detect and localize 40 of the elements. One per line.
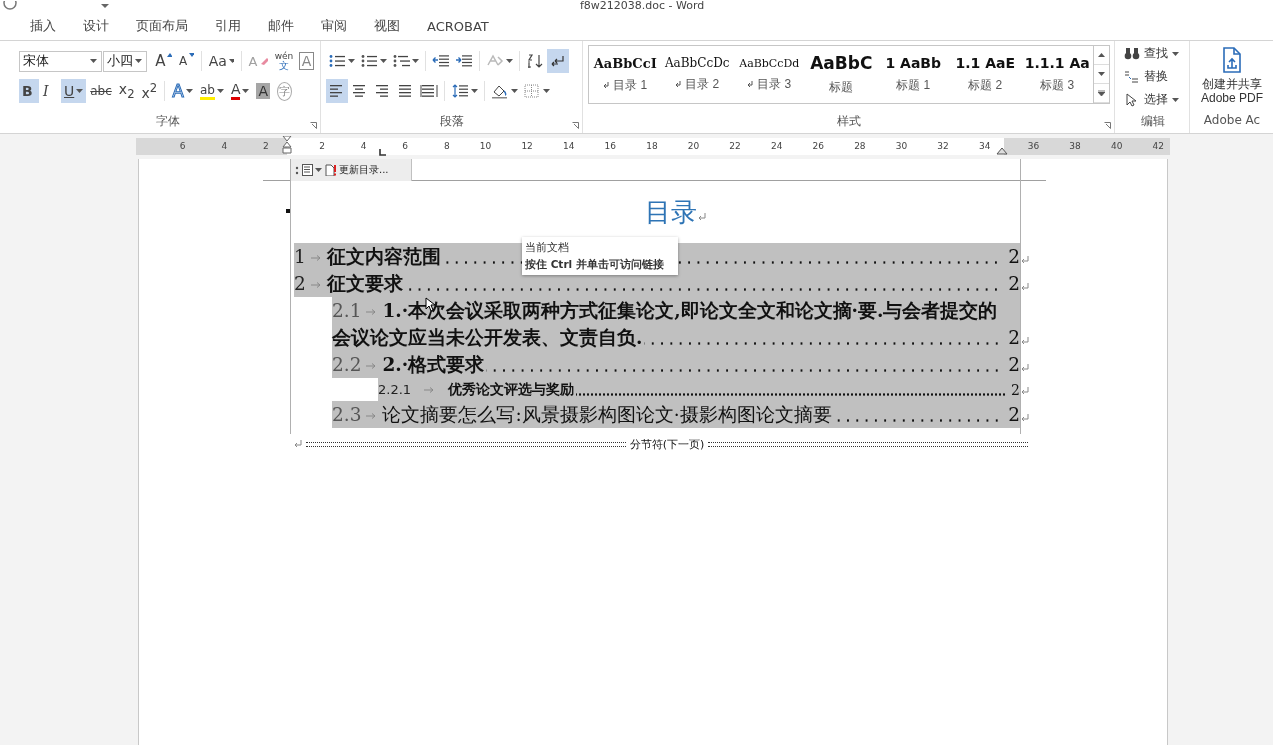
ruler-number: 6 bbox=[179, 140, 186, 153]
ruler-number: 12 bbox=[521, 140, 533, 153]
group-label: 样式 bbox=[837, 113, 862, 130]
group-label: Adobe Ac bbox=[1203, 113, 1261, 129]
toc-page-number: 2 bbox=[1008, 353, 1020, 377]
window-title: f8w212038.doc - Word bbox=[580, 0, 705, 12]
tooltip-hint: 按住 Ctrl 并单击可访问链接 bbox=[525, 257, 665, 272]
ruler-number: 10 bbox=[479, 140, 492, 153]
ruler-number: 18 bbox=[646, 140, 658, 153]
ruler-number: 40 bbox=[1110, 140, 1123, 153]
toc-page-number: 2 bbox=[1008, 272, 1020, 296]
ruler-number: 24 bbox=[770, 140, 783, 153]
ruler-number: 26 bbox=[812, 140, 824, 153]
ruler-number: 6 bbox=[402, 140, 409, 153]
ruler-number: 14 bbox=[562, 140, 575, 153]
section-break-label: 分节符(下一页) bbox=[629, 436, 705, 452]
ruler-number: 20 bbox=[687, 140, 700, 153]
ruler-number: 2 bbox=[319, 140, 325, 153]
ruler-number: 38 bbox=[1069, 140, 1081, 153]
group-label: 段落 bbox=[440, 113, 465, 130]
ruler-number: 32 bbox=[937, 140, 949, 153]
ruler-number: 36 bbox=[1027, 140, 1040, 153]
ruler-number: 22 bbox=[729, 140, 741, 153]
ruler-number: 16 bbox=[604, 140, 616, 153]
toc-title: 目录 bbox=[645, 195, 697, 229]
ruler-number: 4 bbox=[360, 140, 367, 153]
ruler-number: 8 bbox=[443, 140, 450, 153]
tooltip-title: 当前文档 bbox=[525, 240, 570, 256]
ruler-number: 30 bbox=[895, 140, 908, 153]
ruler-number: 4 bbox=[221, 140, 228, 153]
ruler-number: 28 bbox=[854, 140, 866, 153]
toc-page-number: 2 bbox=[1011, 381, 1020, 400]
toc-page-number: 2 bbox=[1008, 403, 1020, 427]
toc-page-number: 2 bbox=[1008, 245, 1020, 269]
group-label: 编辑 bbox=[1140, 113, 1165, 130]
group-label: 字体 bbox=[155, 113, 180, 130]
ruler-number: 42 bbox=[1152, 140, 1164, 153]
toc-page-number: 2 bbox=[1008, 326, 1020, 350]
ruler-number: 2 bbox=[263, 140, 269, 153]
ruler-number: 34 bbox=[978, 140, 991, 153]
